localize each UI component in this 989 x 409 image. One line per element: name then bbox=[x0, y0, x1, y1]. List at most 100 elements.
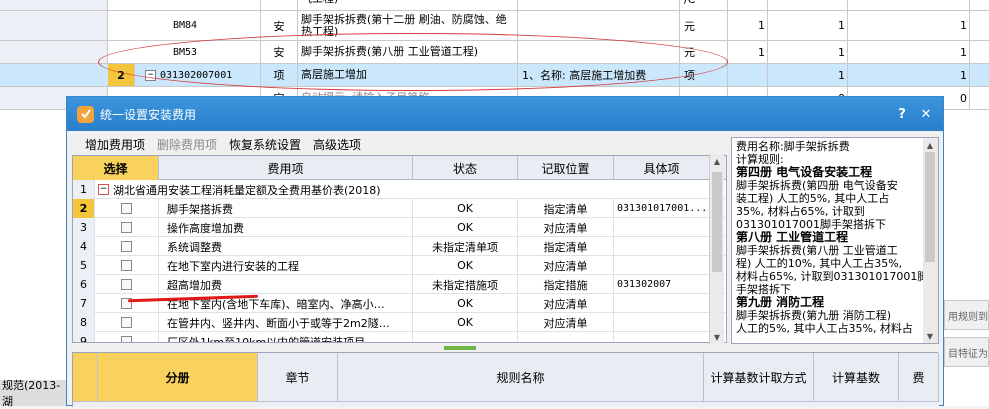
group-label: 湖北省通用安装工程消耗量定额及全费用基价表(2018) bbox=[113, 183, 381, 197]
table-header: 选择 费用项 状态 记取位置 具体项 bbox=[73, 156, 726, 180]
close-button[interactable]: ✕ bbox=[917, 105, 935, 123]
fee-name: 在管井内、竖井内、断面小于或等于2m2隧… bbox=[159, 313, 413, 332]
table-row[interactable]: 3 操作高度增加费 OK 对应清单 bbox=[73, 218, 726, 237]
select-checkbox[interactable] bbox=[121, 279, 132, 290]
panel-splitter[interactable] bbox=[444, 346, 476, 350]
table-row[interactable]: 2 脚手架搭拆费 OK 指定清单 031301017001... bbox=[73, 199, 726, 218]
taskbar-window-title[interactable]: 规范(2013-湖 bbox=[0, 379, 66, 408]
fee-status: 未指定措施项 bbox=[413, 275, 518, 294]
fee-position[interactable]: 对应清单 bbox=[518, 313, 614, 332]
row-code: BM84 bbox=[135, 11, 261, 40]
help-button[interactable]: ? bbox=[893, 105, 911, 123]
fee-status: OK bbox=[413, 313, 518, 332]
rule-text-line: 计算规则: bbox=[736, 153, 784, 166]
table-row[interactable]: 气工程) /C bbox=[0, 0, 989, 11]
column-header-rule-name[interactable]: 规则名称 bbox=[338, 353, 704, 401]
fee-items-table: 选择 费用项 状态 记取位置 具体项 1 − 湖北省通用安装工程消耗量定额及全费… bbox=[72, 155, 727, 343]
fee-status: OK bbox=[413, 199, 518, 218]
row-q1: 1 bbox=[728, 41, 768, 63]
rules-table: 分册 章节 规则名称 计算基数计取方式 计算基数 费 bbox=[72, 352, 939, 407]
column-header-volume[interactable]: 分册 bbox=[98, 353, 258, 401]
row-number: 6 bbox=[73, 275, 95, 294]
scroll-down-icon[interactable]: ▼ bbox=[712, 332, 722, 342]
fee-name: 系统调整费 bbox=[159, 237, 413, 256]
fee-position[interactable]: 对应清单 bbox=[518, 218, 614, 237]
table-row[interactable]: 5 在地下室内进行安装的工程 OK 对应清单 bbox=[73, 256, 726, 275]
row-unit: 元 bbox=[680, 11, 728, 40]
row-number: 5 bbox=[73, 256, 95, 275]
table-row[interactable]: 8 在管井内、竖井内、断面小于或等于2m2隧… OK 对应清单 bbox=[73, 313, 726, 332]
rule-section-heading: 第四册 电气设备安装工程 bbox=[736, 166, 873, 179]
rule-text-line: 031301017001脚手架搭拆下 bbox=[736, 218, 886, 231]
fee-position[interactable]: 对应清单 bbox=[518, 294, 614, 313]
description-scrollbar[interactable]: ▲ ▼ bbox=[923, 138, 938, 343]
fee-position[interactable] bbox=[518, 332, 614, 342]
rule-text-line: 脚手架拆拆费(第八册 工业管道工 bbox=[736, 244, 898, 257]
unified-fee-dialog: 统一设置安装费用 ? ✕ 增加费用项 删除费用项 恢复系统设置 高级选项 选择 … bbox=[66, 96, 944, 407]
fee-position[interactable]: 指定措施 bbox=[518, 275, 614, 294]
app-logo-icon bbox=[77, 105, 94, 123]
table-row[interactable]: 9 厂区外1km至10km以内的管道安装项目 bbox=[73, 332, 726, 342]
fee-position[interactable]: 指定清单 bbox=[518, 199, 614, 218]
scroll-down-icon[interactable]: ▼ bbox=[925, 331, 935, 341]
fee-name: 厂区外1km至10km以内的管道安装项目 bbox=[159, 332, 413, 342]
select-checkbox[interactable] bbox=[121, 222, 132, 233]
rule-text-line: 程) 人工的10%, 其中人工占35%, bbox=[736, 257, 903, 270]
rule-section-heading: 第九册 消防工程 bbox=[736, 296, 825, 309]
add-fee-item-button[interactable]: 增加费用项 bbox=[79, 135, 151, 153]
fee-status: OK bbox=[413, 218, 518, 237]
select-checkbox[interactable] bbox=[121, 203, 132, 214]
advanced-options-button[interactable]: 高级选项 bbox=[307, 135, 367, 153]
fee-status: OK bbox=[413, 256, 518, 275]
row-q2: 1 bbox=[768, 11, 848, 40]
select-checkbox[interactable] bbox=[121, 336, 132, 342]
fee-name: 在地下室内进行安装的工程 bbox=[159, 256, 413, 275]
rule-text-line: 装工程) 人工的5%, 其中人工占 bbox=[736, 192, 890, 205]
fee-status: OK bbox=[413, 294, 518, 313]
row-number: 3 bbox=[73, 218, 95, 237]
background-feature-label: 目特征为 bbox=[944, 337, 989, 367]
table-row[interactable]: 6 超高增加费 未指定措施项 指定措施 031302007 bbox=[73, 275, 726, 294]
column-header-item[interactable]: 具体项 bbox=[614, 156, 710, 180]
scrollbar-thumb[interactable] bbox=[925, 152, 935, 262]
row-q2: 1 bbox=[768, 41, 848, 63]
column-header-base-method[interactable]: 计算基数计取方式 bbox=[704, 353, 814, 401]
row-number: 7 bbox=[73, 294, 95, 313]
rule-text-line: 人工的5%, 其中人工占35%, 材料占 bbox=[736, 322, 913, 335]
restore-defaults-button[interactable]: 恢复系统设置 bbox=[223, 135, 307, 153]
scroll-up-icon[interactable]: ▲ bbox=[925, 140, 935, 150]
delete-fee-item-button[interactable]: 删除费用项 bbox=[151, 135, 223, 153]
dialog-titlebar[interactable]: 统一设置安装费用 ? ✕ bbox=[67, 97, 943, 131]
column-header-chapter[interactable]: 章节 bbox=[258, 353, 338, 401]
table-row-group[interactable]: 1 − 湖北省通用安装工程消耗量定额及全费用基价表(2018) bbox=[73, 180, 726, 199]
scrollbar-thumb[interactable] bbox=[712, 172, 722, 272]
fee-position[interactable]: 指定清单 bbox=[518, 237, 614, 256]
scroll-up-icon[interactable]: ▲ bbox=[712, 156, 722, 166]
table-scrollbar[interactable]: ▲ ▼ bbox=[709, 154, 724, 344]
fee-name: 超高增加费 bbox=[159, 275, 413, 294]
column-header-position[interactable]: 记取位置 bbox=[518, 156, 614, 180]
dialog-toolbar: 增加费用项 删除费用项 恢复系统设置 高级选项 bbox=[79, 135, 367, 153]
column-header-base[interactable]: 计算基数 bbox=[814, 353, 899, 401]
column-header-status[interactable]: 状态 bbox=[413, 156, 518, 180]
dialog-title: 统一设置安装费用 bbox=[100, 107, 197, 122]
select-checkbox[interactable] bbox=[121, 260, 132, 271]
row-number: 8 bbox=[73, 313, 95, 332]
fee-name: 操作高度增加费 bbox=[159, 218, 413, 237]
fee-position[interactable]: 对应清单 bbox=[518, 256, 614, 275]
rule-text-line: 费用名称:脚手架拆拆费 bbox=[736, 140, 850, 153]
column-header-fee[interactable]: 费用项 bbox=[159, 156, 413, 180]
collapse-icon[interactable]: − bbox=[98, 184, 109, 195]
column-header-select[interactable]: 选择 bbox=[73, 156, 159, 180]
rule-text-line: 35%, 材料占65%, 计取到 bbox=[736, 205, 865, 218]
red-annotation-oval bbox=[98, 33, 728, 91]
select-checkbox[interactable] bbox=[121, 241, 132, 252]
row-number: 4 bbox=[73, 237, 95, 256]
select-checkbox[interactable] bbox=[121, 317, 132, 328]
table-row[interactable]: 4 系统调整费 未指定清单项 指定清单 bbox=[73, 237, 726, 256]
row-q2: 1 bbox=[768, 64, 848, 86]
column-header-fee[interactable]: 费 bbox=[899, 353, 939, 401]
row-number: 9 bbox=[73, 332, 95, 342]
background-rule-label: 用规则到 bbox=[944, 300, 989, 330]
rule-text-line: 脚手架拆拆费(第九册 消防工程) bbox=[736, 309, 892, 322]
